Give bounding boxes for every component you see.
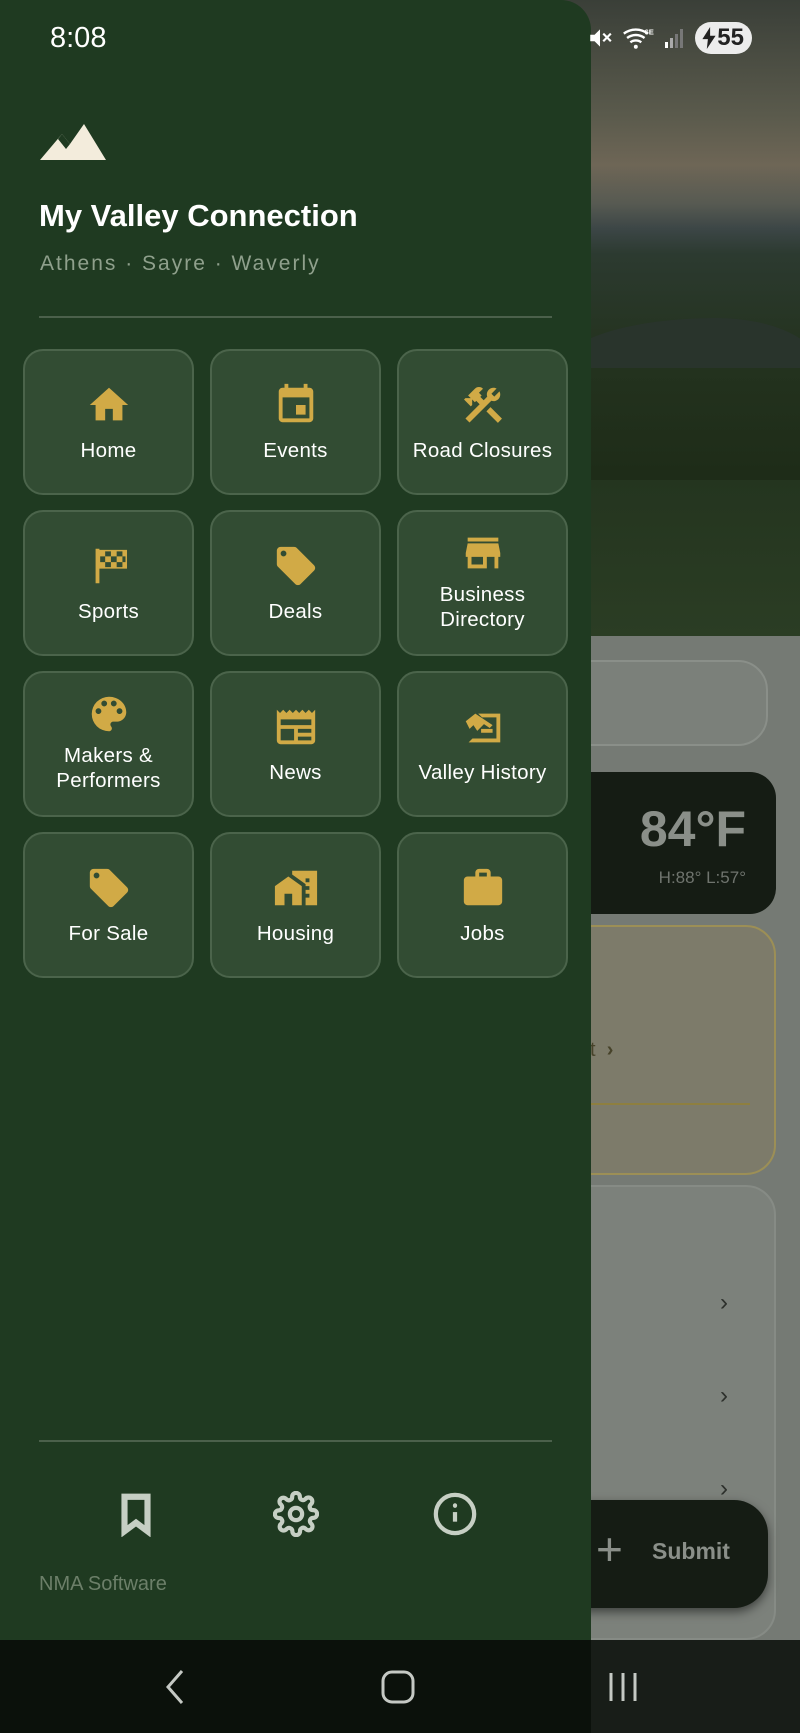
menu-item-label: Deals (268, 599, 323, 623)
battery-indicator: 55 (695, 22, 752, 54)
calendar-icon (273, 382, 319, 428)
battery-level: 55 (717, 24, 744, 51)
storefront-icon (460, 530, 506, 576)
menu-item-label: Sports (77, 599, 140, 623)
menu-item-label: Valley History (418, 760, 547, 784)
menu-item-for-sale[interactable]: For Sale (23, 832, 194, 978)
system-nav-bar (0, 1640, 800, 1733)
checkered-flag-icon (86, 543, 132, 589)
footer-credit: NMA Software (39, 1573, 167, 1595)
menu-item-label: Events (263, 438, 328, 462)
recents-button[interactable] (598, 1666, 648, 1708)
menu-item-label: Road Closures (412, 438, 553, 462)
chevron-right-icon: › (720, 1475, 728, 1502)
alert-text: t › (590, 1039, 614, 1061)
menu-item-label: Housing (256, 921, 335, 945)
divider (39, 316, 552, 318)
info-icon[interactable] (429, 1488, 481, 1540)
menu-item-business-directory[interactable]: Business Directory (397, 510, 568, 656)
history-icon (460, 704, 506, 750)
menu-item-jobs[interactable]: Jobs (397, 832, 568, 978)
hi-lo-temperature: H:88° L:57° (658, 868, 746, 887)
menu-item-housing[interactable]: Housing (210, 832, 381, 978)
menu-item-valley-history[interactable]: Valley History (397, 671, 568, 817)
divider (39, 1440, 552, 1442)
gear-icon[interactable] (270, 1488, 322, 1540)
menu-item-makers-performers[interactable]: Makers & Performers (23, 671, 194, 817)
home-button[interactable] (373, 1666, 423, 1708)
home-icon (86, 382, 132, 428)
tag-icon (86, 865, 132, 911)
menu-item-home[interactable]: Home (23, 349, 194, 495)
app-subtitle: Athens · Sayre · Waverly (40, 252, 321, 275)
wifi-icon: 6E (623, 28, 654, 49)
app-title: My Valley Connection (39, 198, 358, 233)
tools-icon (460, 382, 506, 428)
menu-item-news[interactable]: News (210, 671, 381, 817)
signal-icon (665, 29, 684, 48)
menu-item-deals[interactable]: Deals (210, 510, 381, 656)
menu-item-sports[interactable]: Sports (23, 510, 194, 656)
status-time: 8:08 (50, 22, 107, 54)
charging-icon (702, 27, 716, 49)
palette-icon (86, 691, 132, 737)
drawer-footer-actions (0, 1488, 591, 1540)
submit-label: Submit (652, 1538, 730, 1564)
mute-icon (590, 29, 612, 47)
menu-grid: Home Events Road Closures Sports Deals B… (23, 349, 568, 978)
back-button[interactable] (150, 1666, 200, 1708)
bookmark-icon[interactable] (110, 1488, 162, 1540)
mountain-logo-icon (40, 124, 106, 160)
briefcase-icon (460, 865, 506, 911)
status-icons: 6E 55 (587, 22, 752, 54)
menu-item-label: News (269, 760, 322, 784)
tag-icon (273, 543, 319, 589)
chevron-right-icon: › (720, 1289, 728, 1316)
navigation-drawer: My Valley Connection Athens · Sayre · Wa… (0, 0, 591, 1733)
menu-item-label: Jobs (460, 921, 505, 945)
menu-item-road-closures[interactable]: Road Closures (397, 349, 568, 495)
menu-item-events[interactable]: Events (210, 349, 381, 495)
plus-icon: + (596, 1523, 623, 1575)
newspaper-icon (273, 704, 319, 750)
buildings-icon (273, 865, 319, 911)
temperature: 84°F (639, 801, 746, 857)
menu-item-label: Business Directory (439, 583, 526, 631)
menu-item-label: Makers & Performers (56, 744, 161, 792)
chevron-right-icon: › (720, 1382, 728, 1409)
svg-text:6E: 6E (645, 28, 654, 37)
menu-item-label: Home (80, 438, 137, 462)
menu-item-label: For Sale (68, 921, 149, 945)
